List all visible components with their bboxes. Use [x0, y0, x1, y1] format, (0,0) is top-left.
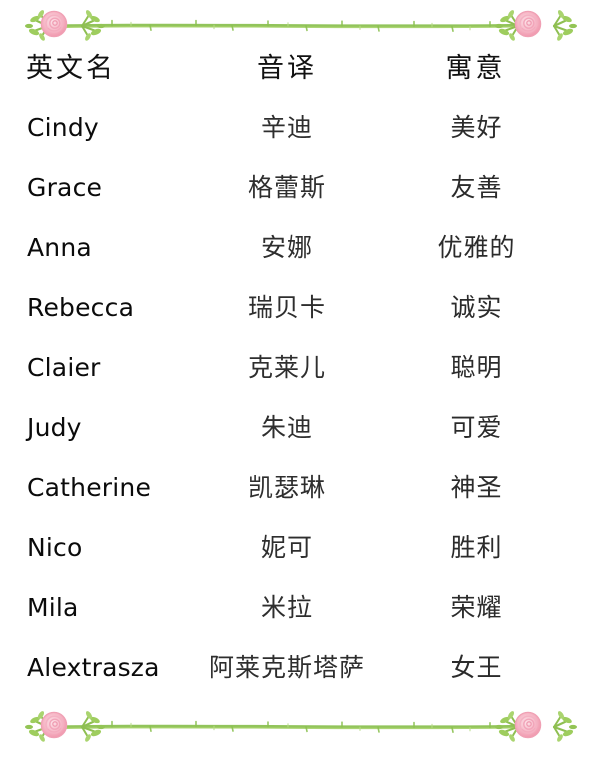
cell-meaning: 优雅的	[437, 233, 516, 262]
table-row: Judy 朱迪 可爱	[0, 408, 600, 468]
cell-transliteration: 朱迪	[260, 413, 313, 442]
column-header-english: 英文名	[26, 53, 116, 84]
table-row: Rebecca 瑞贝卡 诚实	[0, 288, 600, 348]
cell-english: Nico	[27, 533, 83, 562]
cell-transliteration: 瑞贝卡	[247, 293, 326, 322]
cell-english: Judy	[27, 413, 82, 442]
cell-english: Rebecca	[27, 293, 135, 322]
cell-transliteration: 阿莱克斯塔萨	[208, 653, 365, 682]
cell-meaning: 神圣	[450, 473, 503, 502]
cell-english: Alextrasza	[27, 653, 160, 682]
cell-meaning: 聪明	[450, 353, 503, 382]
cell-english: Claier	[27, 353, 101, 382]
cell-english: Mila	[27, 593, 79, 622]
column-header-meaning: 寓意	[445, 53, 506, 84]
name-table-page: 英文名 音译 寓意 Cindy 辛迪 美好 Grace 格蕾斯 友善 Anna …	[0, 0, 600, 757]
cell-transliteration: 格蕾斯	[247, 173, 326, 202]
table-row: Claier 克莱儿 聪明	[0, 348, 600, 408]
table-row: Nico 妮可 胜利	[0, 528, 600, 588]
cell-english: Cindy	[27, 113, 99, 142]
table-row: Alextrasza 阿莱克斯塔萨 女王	[0, 648, 600, 708]
cell-meaning: 荣耀	[450, 593, 503, 622]
cell-meaning: 可爱	[450, 413, 503, 442]
table-row: Cindy 辛迪 美好	[0, 108, 600, 168]
cell-transliteration: 米拉	[260, 593, 313, 622]
english-names-table: 英文名 音译 寓意 Cindy 辛迪 美好 Grace 格蕾斯 友善 Anna …	[0, 46, 600, 708]
table-header-row: 英文名 音译 寓意	[0, 46, 600, 108]
cell-meaning: 友善	[450, 173, 503, 202]
cell-meaning: 美好	[450, 113, 503, 142]
table-row: Grace 格蕾斯 友善	[0, 168, 600, 228]
bottom-rose-vine-divider	[0, 703, 600, 749]
table-row: Anna 安娜 优雅的	[0, 228, 600, 288]
top-rose-vine-divider	[0, 2, 600, 48]
cell-meaning: 女王	[450, 653, 503, 682]
cell-transliteration: 凯瑟琳	[247, 473, 326, 502]
cell-meaning: 胜利	[450, 533, 503, 562]
cell-transliteration: 妮可	[260, 533, 313, 562]
cell-english: Grace	[27, 173, 103, 202]
table-row: Catherine 凯瑟琳 神圣	[0, 468, 600, 528]
cell-transliteration: 辛迪	[260, 113, 313, 142]
table-row: Mila 米拉 荣耀	[0, 588, 600, 648]
cell-english: Catherine	[27, 473, 152, 502]
cell-transliteration: 克莱儿	[247, 353, 326, 382]
cell-english: Anna	[27, 233, 92, 262]
cell-transliteration: 安娜	[260, 233, 313, 262]
column-header-transliteration: 音译	[257, 53, 317, 84]
cell-meaning: 诚实	[450, 293, 503, 322]
